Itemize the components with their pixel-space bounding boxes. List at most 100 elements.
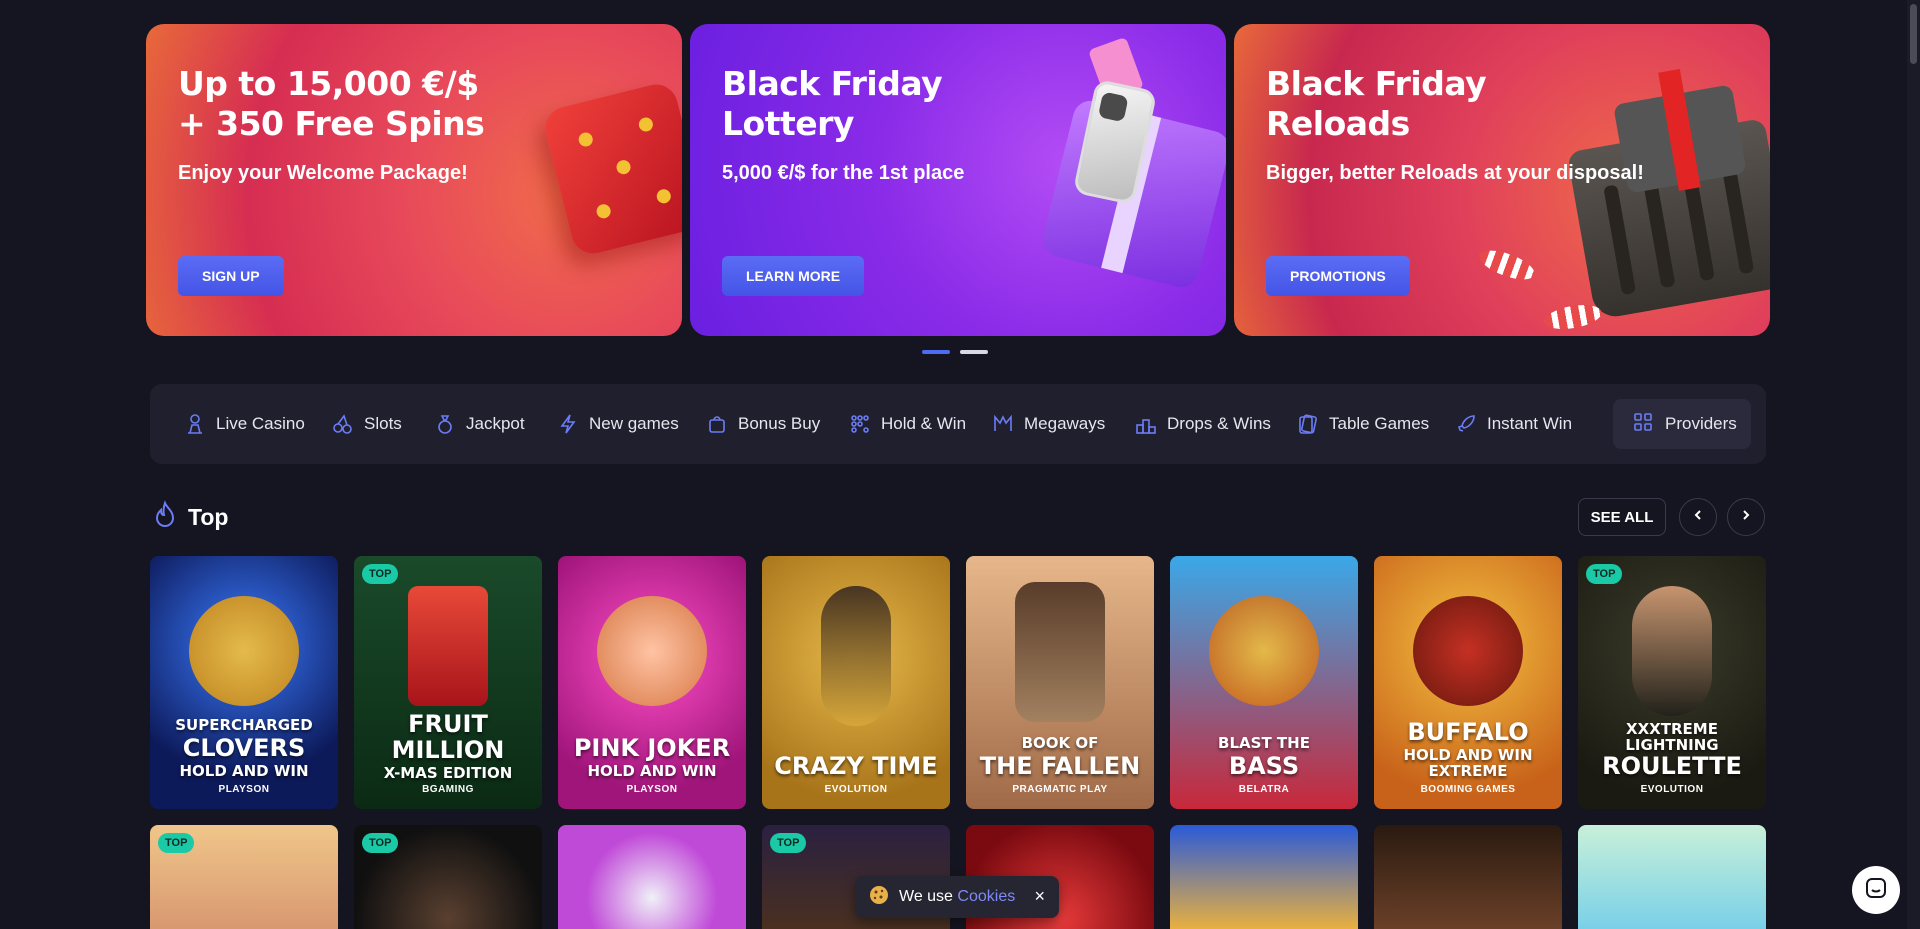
category-label: Instant Win [1487, 414, 1573, 433]
game-card[interactable]: TOP [150, 825, 338, 929]
game-title-line: EXTREME [1428, 762, 1508, 780]
top-badge: TOP [362, 833, 399, 853]
game-card[interactable] [558, 825, 746, 929]
game-title-line: FRUIT [408, 710, 488, 738]
money-bag-icon [434, 413, 456, 435]
close-icon[interactable]: × [1034, 886, 1045, 907]
megaways-icon [992, 413, 1014, 435]
category-bonus-buy[interactable]: Bonus Buy [706, 384, 820, 464]
scrollbar-thumb[interactable] [1910, 4, 1917, 64]
carousel-dot[interactable] [960, 350, 988, 354]
game-art [1015, 582, 1105, 722]
see-all-button[interactable]: SEE ALL [1578, 498, 1666, 536]
learn-more-button[interactable]: LEARN MORE [722, 256, 865, 296]
game-card[interactable]: TOP XXXTREME LIGHTNING ROULETTE EVOLUTIO… [1578, 556, 1766, 809]
cherries-icon [332, 413, 354, 435]
banner-welcome[interactable]: Up to 15,000 €/$ + 350 Free Spins Enjoy … [146, 24, 682, 336]
game-card[interactable]: SUPERCHARGED CLOVERS HOLD AND WIN PLAYSO… [150, 556, 338, 809]
game-art [1632, 586, 1712, 716]
providers-button[interactable]: Providers [1613, 399, 1751, 449]
game-title-line: X-MAS EDITION [383, 764, 513, 782]
flame-icon [152, 500, 178, 534]
category-new-games[interactable]: New games [557, 384, 679, 464]
category-label: Jackpot [466, 414, 525, 433]
cards-icon [1297, 413, 1319, 435]
game-provider: PLAYSON [626, 784, 678, 795]
prev-button[interactable] [1679, 498, 1717, 536]
chip-image [1542, 301, 1604, 333]
banner-lottery[interactable]: Black Friday Lottery 5,000 €/$ for the 1… [690, 24, 1226, 336]
category-jackpot[interactable]: Jackpot [434, 384, 525, 464]
game-title-line: BLAST THE [1218, 734, 1310, 752]
banner-reloads[interactable]: Black Friday Reloads Bigger, better Relo… [1234, 24, 1770, 336]
carousel-dot-active[interactable] [922, 350, 950, 354]
category-label: Hold & Win [881, 414, 967, 433]
game-title-line: MILLION [391, 736, 505, 764]
game-provider: BGAMING [422, 784, 474, 795]
category-table-games[interactable]: Table Games [1297, 384, 1429, 464]
game-art [821, 586, 891, 726]
category-label: Live Casino [216, 414, 305, 433]
game-title-line: SUPERCHARGED [175, 716, 313, 734]
game-title-line: ROULETTE [1602, 752, 1742, 780]
top-badge: TOP [1586, 564, 1623, 584]
game-provider: BELATRA [1238, 784, 1290, 795]
game-provider: PRAGMATIC PLAY [1012, 784, 1108, 795]
game-card[interactable] [1578, 825, 1766, 929]
dots-grid-icon [849, 413, 871, 435]
game-card[interactable] [1170, 825, 1358, 929]
category-instant-win[interactable]: Instant Win [1455, 384, 1572, 464]
cookies-link[interactable]: Cookies [957, 888, 1015, 905]
category-label: Bonus Buy [738, 414, 821, 433]
game-card[interactable]: BLAST THE BASS BELATRA [1170, 556, 1358, 809]
chat-icon [1864, 876, 1888, 905]
category-label: Megaways [1024, 414, 1106, 433]
game-card[interactable] [1374, 825, 1562, 929]
category-slots[interactable]: Slots [332, 384, 402, 464]
carousel-dots [922, 350, 988, 354]
category-drops-wins[interactable]: Drops & Wins [1135, 384, 1271, 464]
game-art [1209, 596, 1319, 706]
game-art [189, 596, 299, 706]
game-card[interactable]: PINK JOKER HOLD AND WIN PLAYSON [558, 556, 746, 809]
category-hold-win[interactable]: Hold & Win [849, 384, 966, 464]
category-label: New games [589, 414, 679, 433]
game-title-line: HOLD AND WIN [587, 762, 717, 780]
category-megaways[interactable]: Megaways [992, 384, 1105, 464]
game-art [597, 596, 707, 706]
sign-up-button[interactable]: SIGN UP [178, 256, 284, 296]
category-label: Slots [364, 414, 402, 433]
banner-subtitle: Bigger, better Reloads at your disposal! [1266, 162, 1644, 184]
lightning-icon [557, 413, 579, 435]
chevron-right-icon [1740, 508, 1752, 526]
category-live-casino[interactable]: Live Casino [184, 384, 305, 464]
chip-image [1475, 244, 1539, 286]
game-title-line: PINK JOKER [573, 734, 731, 762]
dice-image [540, 79, 682, 259]
game-card[interactable]: TOP [354, 825, 542, 929]
banner-subtitle: Enjoy your Welcome Package! [178, 162, 468, 184]
game-card[interactable]: TOP FRUIT MILLION X-MAS EDITION BGAMING [354, 556, 542, 809]
category-label: Table Games [1329, 414, 1430, 433]
game-art [408, 586, 488, 706]
game-provider: BOOMING GAMES [1420, 784, 1516, 795]
game-card[interactable]: BUFFALO HOLD AND WIN EXTREME BOOMING GAM… [1374, 556, 1562, 809]
cookie-notice: We use Cookies × [855, 876, 1059, 918]
game-title-line: BUFFALO [1407, 718, 1529, 746]
providers-label: Providers [1665, 414, 1737, 433]
chat-button[interactable] [1852, 866, 1900, 914]
page-scrollbar[interactable] [1907, 0, 1920, 929]
top-badge: TOP [770, 833, 807, 853]
banner-title: Up to 15,000 €/$ + 350 Free Spins [178, 64, 485, 143]
game-card[interactable]: CRAZY TIME EVOLUTION [762, 556, 950, 809]
category-nav: Live Casino Slots Jackpot New games Bonu… [150, 384, 1766, 464]
game-provider: EVOLUTION [1640, 784, 1704, 795]
game-card[interactable]: BOOK OF THE FALLEN PRAGMATIC PLAY [966, 556, 1154, 809]
category-label: Drops & Wins [1167, 414, 1271, 433]
gift-bag-icon [706, 413, 728, 435]
game-title-line: BASS [1228, 752, 1300, 780]
game-provider: EVOLUTION [824, 784, 888, 795]
next-button[interactable] [1727, 498, 1765, 536]
promotions-button[interactable]: PROMOTIONS [1266, 256, 1410, 296]
cookie-icon [869, 885, 889, 910]
